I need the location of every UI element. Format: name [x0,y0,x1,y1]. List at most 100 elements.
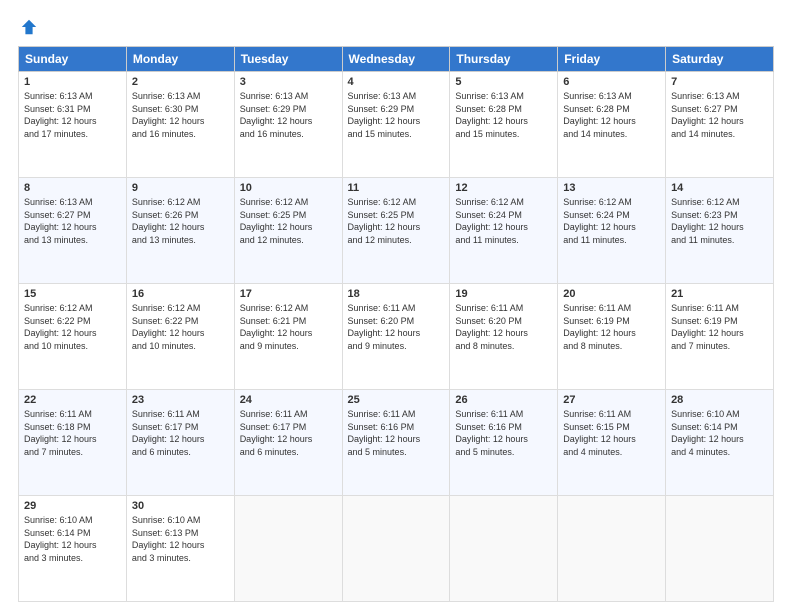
calendar-cell: 26 Sunrise: 6:11 AMSunset: 6:16 PMDayligh… [450,390,558,496]
cell-info: Sunrise: 6:13 AMSunset: 6:29 PMDaylight:… [240,91,313,139]
calendar-cell: 9 Sunrise: 6:12 AMSunset: 6:26 PMDaylight… [126,178,234,284]
calendar-header-row: SundayMondayTuesdayWednesdayThursdayFrid… [19,47,774,72]
page: SundayMondayTuesdayWednesdayThursdayFrid… [0,0,792,612]
calendar-cell: 14 Sunrise: 6:12 AMSunset: 6:23 PMDayligh… [666,178,774,284]
cell-info: Sunrise: 6:12 AMSunset: 6:24 PMDaylight:… [563,197,636,245]
calendar-header-monday: Monday [126,47,234,72]
cell-info: Sunrise: 6:12 AMSunset: 6:23 PMDaylight:… [671,197,744,245]
calendar-cell: 4Sunrise: 6:13 AMSunset: 6:29 PMDaylight… [342,72,450,178]
day-number: 15 [24,288,121,300]
calendar-cell: 21 Sunrise: 6:11 AMSunset: 6:19 PMDayligh… [666,284,774,390]
day-number: 22 [24,394,121,406]
calendar-cell [342,496,450,602]
calendar-week-4: 22 Sunrise: 6:11 AMSunset: 6:18 PMDayligh… [19,390,774,496]
calendar-cell: 22 Sunrise: 6:11 AMSunset: 6:18 PMDayligh… [19,390,127,496]
calendar-header-thursday: Thursday [450,47,558,72]
calendar-cell: 15Sunrise: 6:12 AMSunset: 6:22 PMDayligh… [19,284,127,390]
day-number: 19 [455,288,552,300]
day-number: 28 [671,394,768,406]
day-number: 5 [455,76,552,88]
cell-info: Sunrise: 6:12 AMSunset: 6:21 PMDaylight:… [240,303,313,351]
cell-info: Sunrise: 6:10 AMSunset: 6:13 PMDaylight:… [132,515,205,563]
cell-info: Sunrise: 6:11 AMSunset: 6:19 PMDaylight:… [671,303,744,351]
calendar-cell [234,496,342,602]
day-number: 7 [671,76,768,88]
cell-info: Sunrise: 6:12 AMSunset: 6:25 PMDaylight:… [240,197,313,245]
cell-info: Sunrise: 6:13 AMSunset: 6:27 PMDaylight:… [24,197,97,245]
calendar-cell: 17 Sunrise: 6:12 AMSunset: 6:21 PMDayligh… [234,284,342,390]
calendar-cell: 8 Sunrise: 6:13 AMSunset: 6:27 PMDaylight… [19,178,127,284]
cell-info: Sunrise: 6:12 AMSunset: 6:22 PMDaylight:… [132,303,205,351]
cell-info: Sunrise: 6:13 AMSunset: 6:30 PMDaylight:… [132,91,205,139]
calendar-week-5: 29Sunrise: 6:10 AMSunset: 6:14 PMDayligh… [19,496,774,602]
calendar-cell: 16 Sunrise: 6:12 AMSunset: 6:22 PMDayligh… [126,284,234,390]
cell-info: Sunrise: 6:12 AMSunset: 6:26 PMDaylight:… [132,197,205,245]
calendar-cell [450,496,558,602]
cell-info: Sunrise: 6:11 AMSunset: 6:19 PMDaylight:… [563,303,636,351]
day-number: 2 [132,76,229,88]
day-number: 3 [240,76,337,88]
cell-info: Sunrise: 6:11 AMSunset: 6:18 PMDaylight:… [24,409,97,457]
calendar-cell: 3 Sunrise: 6:13 AMSunset: 6:29 PMDaylight… [234,72,342,178]
day-number: 17 [240,288,337,300]
cell-info: Sunrise: 6:11 AMSunset: 6:16 PMDaylight:… [455,409,528,457]
calendar-header-wednesday: Wednesday [342,47,450,72]
cell-info: Sunrise: 6:11 AMSunset: 6:20 PMDaylight:… [455,303,528,351]
calendar-header-saturday: Saturday [666,47,774,72]
day-number: 9 [132,182,229,194]
day-number: 23 [132,394,229,406]
day-number: 18 [348,288,445,300]
cell-info: Sunrise: 6:11 AMSunset: 6:20 PMDaylight:… [348,303,421,351]
calendar-cell: 27 Sunrise: 6:11 AMSunset: 6:15 PMDayligh… [558,390,666,496]
day-number: 1 [24,76,121,88]
calendar-cell: 5 Sunrise: 6:13 AMSunset: 6:28 PMDaylight… [450,72,558,178]
day-number: 4 [348,76,445,88]
calendar-week-3: 15 Sunrise: 6:12 AMSunset: 6:22 PMDayligh… [19,284,774,390]
day-number: 30 [132,500,229,512]
day-number: 24 [240,394,337,406]
day-number: 29 [24,500,121,512]
calendar-cell: 18 Sunrise: 6:11 AMSunset: 6:20 PMDayligh… [342,284,450,390]
calendar-cell: 13 Sunrise: 6:12 AMSunset: 6:24 PMDayligh… [558,178,666,284]
day-number: 21 [671,288,768,300]
calendar-week-2: 8 Sunrise: 6:13 AMSunset: 6:27 PMDaylight… [19,178,774,284]
calendar-cell: 11Sunrise: 6:12 AMSunset: 6:25 PMDayligh… [342,178,450,284]
day-number: 11 [348,182,445,194]
day-number: 14 [671,182,768,194]
cell-info: Sunrise: 6:11 AMSunset: 6:15 PMDaylight:… [563,409,636,457]
day-number: 25 [348,394,445,406]
calendar-header-tuesday: Tuesday [234,47,342,72]
logo-icon [20,18,38,36]
calendar-header-friday: Friday [558,47,666,72]
calendar-cell: 24 Sunrise: 6:11 AMSunset: 6:17 PMDayligh… [234,390,342,496]
calendar-cell: 25 Sunrise: 6:11 AMSunset: 6:16 PMDayligh… [342,390,450,496]
header [18,18,774,36]
day-number: 26 [455,394,552,406]
day-number: 20 [563,288,660,300]
calendar-week-1: 1 Sunrise: 6:13 AMSunset: 6:31 PMDaylight… [19,72,774,178]
calendar-cell [666,496,774,602]
logo [18,18,38,36]
day-number: 13 [563,182,660,194]
calendar-cell: 2 Sunrise: 6:13 AMSunset: 6:30 PMDaylight… [126,72,234,178]
calendar-cell: 30 Sunrise: 6:10 AMSunset: 6:13 PMDayligh… [126,496,234,602]
cell-info: Sunrise: 6:11 AMSunset: 6:17 PMDaylight:… [132,409,205,457]
cell-info: Sunrise: 6:13 AMSunset: 6:28 PMDaylight:… [455,91,528,139]
day-number: 8 [24,182,121,194]
calendar-cell: 12Sunrise: 6:12 AMSunset: 6:24 PMDayligh… [450,178,558,284]
day-number: 6 [563,76,660,88]
calendar-cell: 19 Sunrise: 6:11 AMSunset: 6:20 PMDayligh… [450,284,558,390]
day-number: 16 [132,288,229,300]
calendar-cell: 1 Sunrise: 6:13 AMSunset: 6:31 PMDaylight… [19,72,127,178]
day-number: 27 [563,394,660,406]
calendar-cell: 20 Sunrise: 6:11 AMSunset: 6:19 PMDayligh… [558,284,666,390]
cell-info: Sunrise: 6:13 AMSunset: 6:31 PMDaylight:… [24,91,97,139]
cell-info: Sunrise: 6:11 AMSunset: 6:16 PMDaylight:… [348,409,421,457]
calendar-cell: 28Sunrise: 6:10 AMSunset: 6:14 PMDayligh… [666,390,774,496]
day-number: 10 [240,182,337,194]
calendar-cell: 6Sunrise: 6:13 AMSunset: 6:28 PMDaylight… [558,72,666,178]
cell-info: Sunrise: 6:11 AMSunset: 6:17 PMDaylight:… [240,409,313,457]
calendar-cell: 10 Sunrise: 6:12 AMSunset: 6:25 PMDayligh… [234,178,342,284]
calendar-table: SundayMondayTuesdayWednesdayThursdayFrid… [18,46,774,602]
cell-info: Sunrise: 6:13 AMSunset: 6:27 PMDaylight:… [671,91,744,139]
